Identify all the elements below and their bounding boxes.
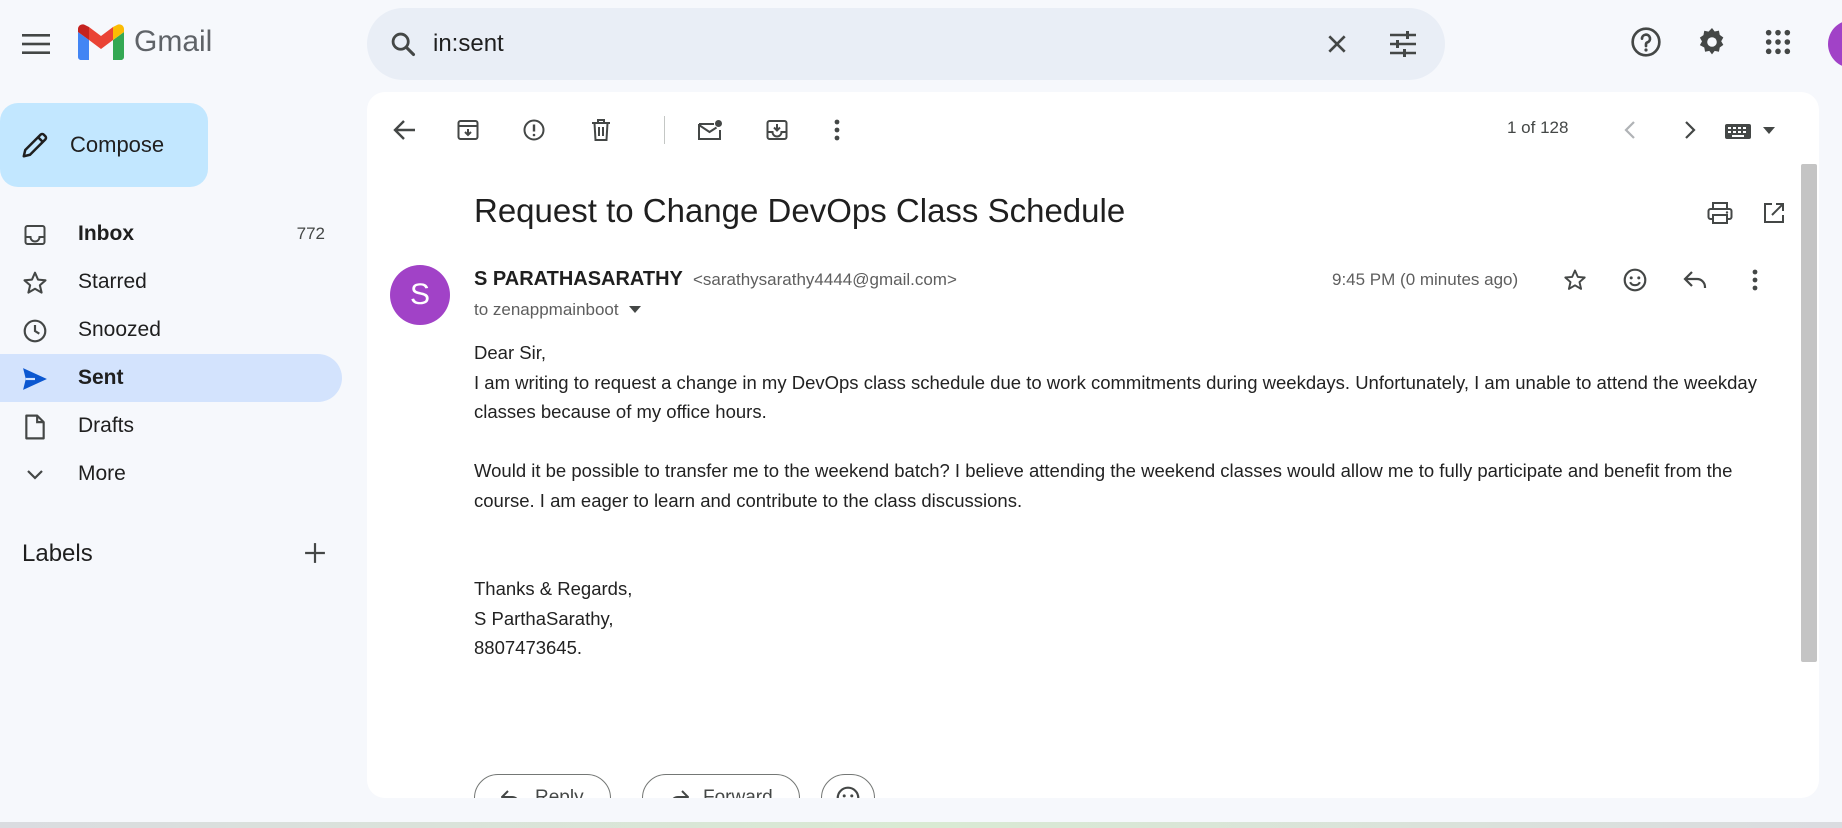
star-icon [22, 270, 48, 296]
sender-name: S PARATHASARATHY [474, 268, 683, 290]
message-body: Dear Sir, I am writing to request a chan… [474, 338, 1769, 663]
back-arrow-icon[interactable] [385, 110, 425, 150]
body-spacer [474, 515, 1769, 574]
sidebar-item-sent[interactable]: Sent [0, 354, 342, 402]
reply-arrow-icon[interactable] [1675, 260, 1715, 300]
google-apps-icon[interactable] [1756, 20, 1800, 64]
caret-down-icon[interactable] [628, 306, 641, 314]
search-options-icon[interactable] [1385, 26, 1421, 62]
reply-icon [501, 790, 521, 798]
message-view: 1 of 128 Request to Change DevOps Class … [367, 92, 1819, 798]
toolbar-divider [664, 116, 665, 144]
sidebar-item-label: Drafts [78, 414, 135, 437]
sidebar-item-label: More [78, 462, 126, 485]
scrollbar-thumb[interactable] [1801, 164, 1817, 662]
sidebar-item-label: Sent [78, 366, 124, 389]
sidebar-item-inbox[interactable]: Inbox 772 [0, 210, 342, 258]
gmail-logo[interactable]: Gmail [78, 24, 212, 60]
forward-button[interactable]: Forward [642, 774, 800, 798]
bottom-edge [0, 822, 1842, 828]
body-paragraph: Would it be possible to transfer me to t… [474, 460, 1738, 511]
recipients-text: to zenappmainboot [474, 300, 619, 319]
message-subject: Request to Change DevOps Class Schedule [474, 192, 1126, 229]
move-to-icon[interactable] [757, 110, 797, 150]
gmail-logo-icon [78, 24, 124, 60]
sidebar-item-snoozed[interactable]: Snoozed [0, 306, 342, 354]
body-greeting: Dear Sir, [474, 342, 546, 363]
forward-label: Forward [703, 787, 773, 798]
pagination-label: 1 of 128 [1507, 118, 1569, 137]
help-icon[interactable] [1624, 20, 1668, 64]
forward-icon [669, 790, 689, 798]
clock-icon [22, 318, 48, 344]
report-spam-icon[interactable] [514, 110, 554, 150]
input-tools-keyboard-icon[interactable] [1711, 110, 1791, 150]
add-label-plus-icon[interactable] [298, 536, 332, 570]
emoji-reaction-button[interactable] [821, 774, 875, 798]
sidebar-item-label: Starred [78, 270, 147, 293]
sidebar-nav: Inbox 772 Starred Snoozed Sent Drafts Mo… [0, 210, 342, 498]
print-icon[interactable] [1700, 193, 1740, 233]
search-icon[interactable] [385, 26, 421, 62]
sidebar-item-drafts[interactable]: Drafts [0, 402, 342, 450]
inbox-icon [22, 222, 48, 248]
newer-chevron-left-icon[interactable] [1610, 110, 1650, 150]
search-bar [367, 8, 1445, 80]
draft-file-icon [22, 414, 48, 440]
pencil-icon [20, 130, 50, 160]
add-reaction-emoji-icon[interactable] [1615, 260, 1655, 300]
reply-button[interactable]: Reply [474, 774, 611, 798]
clear-search-icon[interactable] [1319, 26, 1355, 62]
labels-header: Labels [22, 540, 93, 567]
top-header: Gmail [0, 0, 1842, 86]
sidebar-item-more[interactable]: More [0, 450, 342, 498]
delete-trash-icon[interactable] [581, 110, 621, 150]
star-icon[interactable] [1555, 260, 1595, 300]
older-chevron-right-icon[interactable] [1670, 110, 1710, 150]
chevron-down-icon [22, 462, 48, 488]
more-vert-icon[interactable] [817, 110, 857, 150]
main-menu-icon[interactable] [14, 22, 58, 66]
emoji-icon [835, 785, 861, 798]
sender-email: <sarathysarathy4444@gmail.com> [693, 270, 957, 289]
sidebar-item-starred[interactable]: Starred [0, 258, 342, 306]
body-signature-phone: 8807473645. [474, 637, 583, 658]
archive-icon[interactable] [448, 110, 488, 150]
body-spacer [474, 427, 1769, 457]
message-more-vert-icon[interactable] [1735, 260, 1775, 300]
message-time: 9:45 PM (0 minutes ago) [1332, 270, 1519, 289]
app-name: Gmail [134, 25, 213, 58]
mark-unread-icon[interactable] [690, 110, 730, 150]
recipients-line[interactable]: to zenappmainboot [474, 300, 641, 320]
sidebar-item-label: Inbox [78, 222, 134, 245]
reply-label: Reply [535, 787, 584, 798]
sidebar-item-label: Snoozed [78, 318, 161, 341]
sender-avatar[interactable]: S [390, 265, 450, 325]
search-input[interactable] [433, 26, 1293, 62]
send-icon [22, 366, 48, 392]
compose-button[interactable]: Compose [0, 103, 208, 187]
body-signature-name: S ParthaSarathy, [474, 607, 614, 629]
settings-gear-icon[interactable] [1690, 20, 1734, 64]
inbox-count: 772 [296, 224, 325, 243]
body-paragraph: I am writing to request a change in my D… [474, 371, 1763, 423]
compose-label: Compose [70, 132, 165, 157]
body-closing: Thanks & Regards, [474, 578, 633, 599]
account-avatar[interactable] [1828, 20, 1842, 68]
open-in-new-window-icon[interactable] [1754, 193, 1794, 233]
